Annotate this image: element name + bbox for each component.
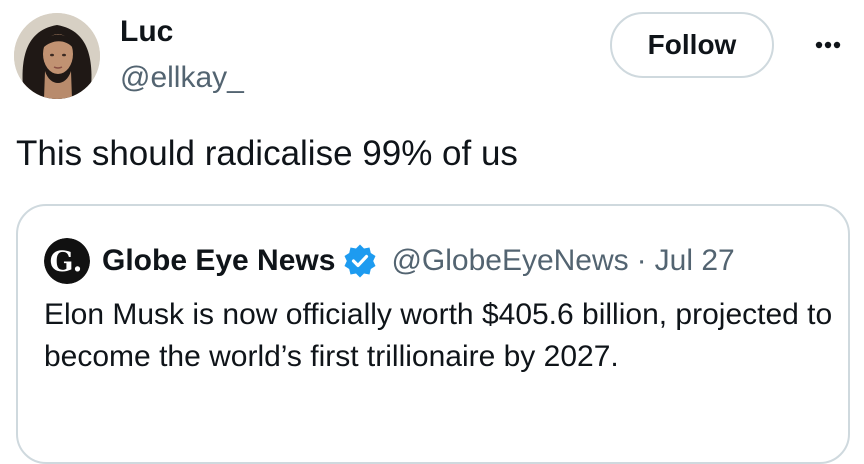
more-options-button[interactable] xyxy=(806,30,850,60)
author-handle[interactable]: @ellkay_ xyxy=(120,60,244,96)
quoted-author-name[interactable]: Globe Eye News xyxy=(102,244,335,278)
author-name[interactable]: Luc xyxy=(120,14,173,50)
logo-lettering: G. xyxy=(50,245,83,278)
quoted-tweet-text: Elon Musk is now officially worth $405.6… xyxy=(44,298,833,373)
globe-eye-logo-icon: G. xyxy=(44,238,90,284)
quoted-author-avatar[interactable]: G. xyxy=(44,238,90,284)
author-avatar-image xyxy=(14,13,100,99)
author-avatar[interactable] xyxy=(14,13,100,99)
quoted-tweet-card[interactable]: G. Globe Eye News @GlobeEyeNews · Jul 27… xyxy=(16,204,850,464)
verified-badge-icon xyxy=(343,244,377,278)
quoted-tweet-date[interactable]: Jul 27 xyxy=(655,244,735,278)
more-horizontal-icon xyxy=(815,41,841,49)
quoted-tweet-header: G. Globe Eye News @GlobeEyeNews · Jul 27 xyxy=(44,238,735,284)
follow-button[interactable]: Follow xyxy=(610,12,774,78)
tweet-text: This should radicalise 99% of us xyxy=(16,134,518,173)
quoted-author-handle[interactable]: @GlobeEyeNews xyxy=(391,244,628,278)
meta-separator: · xyxy=(636,244,647,277)
